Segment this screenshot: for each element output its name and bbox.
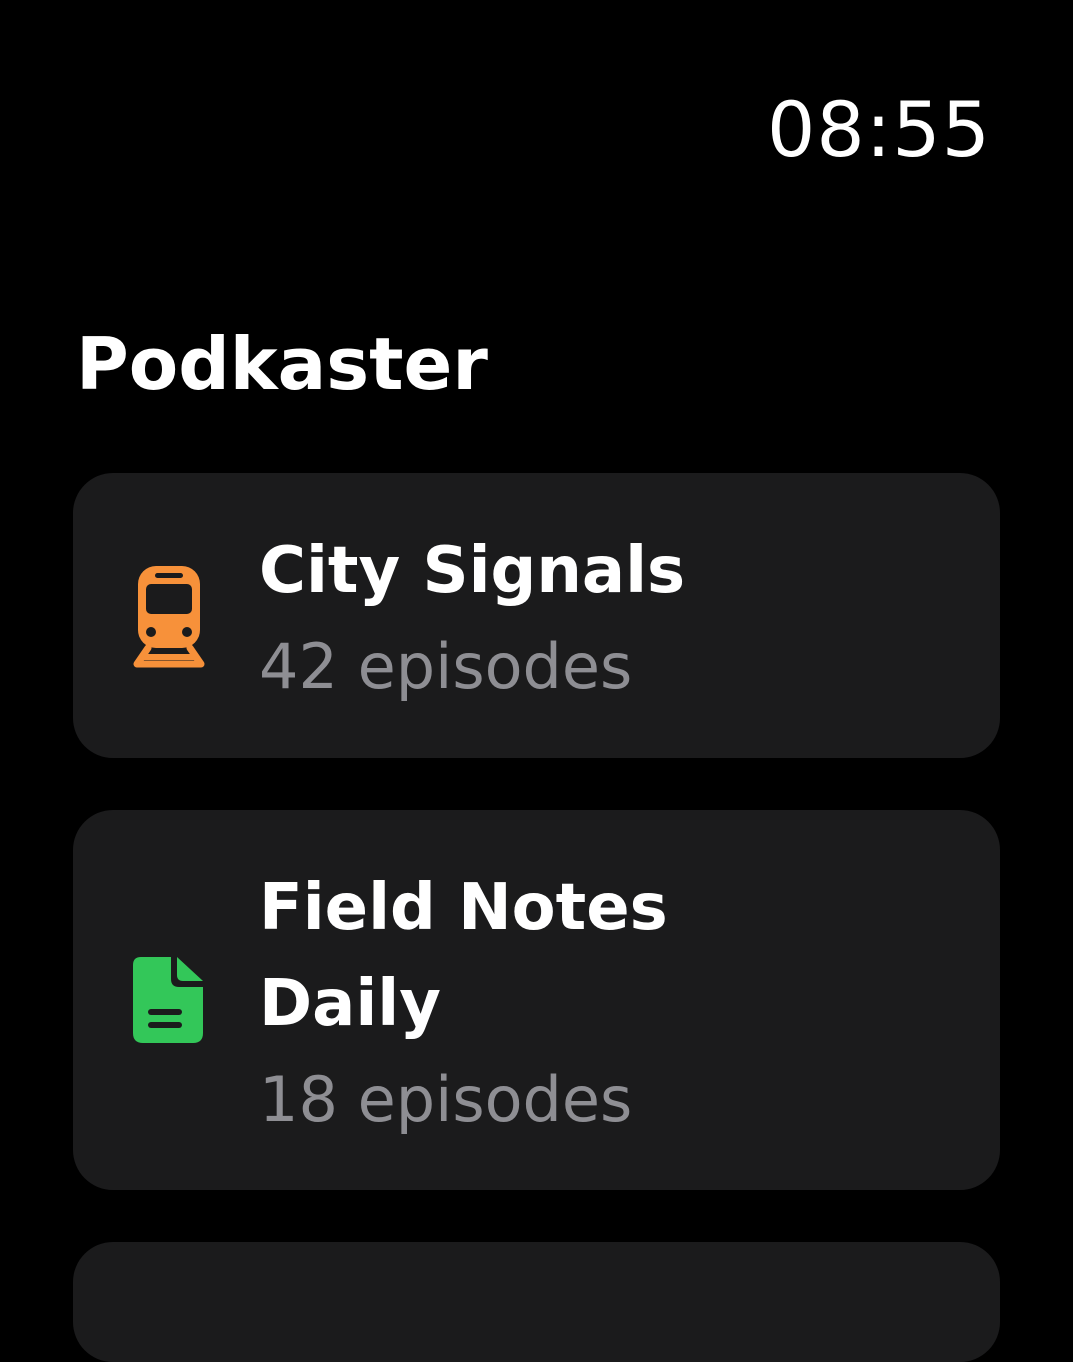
podcast-list: City Signals 42 episodes Field Notes Dai…	[73, 473, 1000, 1362]
podcast-card-field-notes-daily[interactable]: Field Notes Daily 18 episodes	[73, 810, 1000, 1190]
page-title: Podkaster	[76, 322, 488, 406]
episode-count: 42 episodes	[259, 630, 633, 704]
podcast-title: Field Notes Daily	[259, 870, 668, 1041]
status-time: 08:55	[766, 85, 991, 174]
podcast-title: City Signals	[259, 534, 686, 609]
document-icon	[133, 940, 217, 1060]
train-icon	[133, 556, 217, 676]
episode-count: 18 episodes	[259, 1062, 633, 1136]
podcast-card-partial[interactable]	[73, 1242, 1000, 1362]
podcast-card-city-signals[interactable]: City Signals 42 episodes	[73, 473, 1000, 758]
